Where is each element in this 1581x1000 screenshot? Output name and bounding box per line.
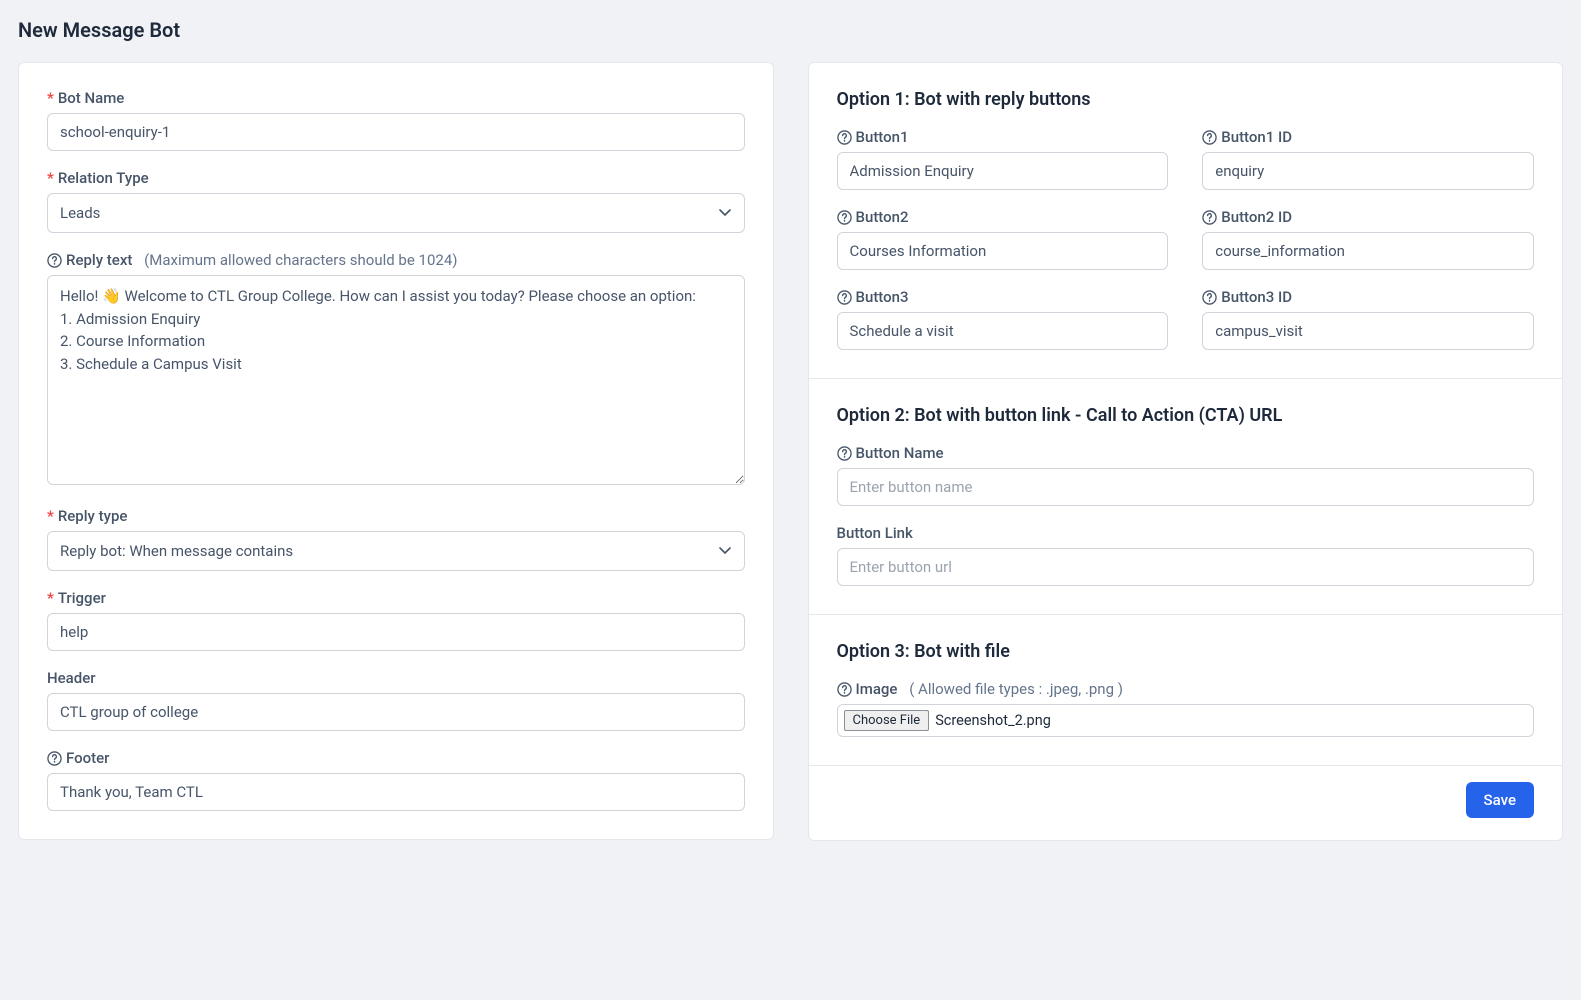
reply-text-label: Reply text xyxy=(66,251,132,269)
field-button-name: Button Name xyxy=(837,444,1535,506)
required-marker: * xyxy=(47,589,54,607)
trigger-input[interactable] xyxy=(47,613,745,651)
field-button2-id: Button2 ID xyxy=(1202,208,1534,270)
required-marker: * xyxy=(47,169,54,187)
button3-id-input[interactable] xyxy=(1202,312,1534,350)
chosen-file-name: Screenshot_2.png xyxy=(935,712,1051,729)
help-icon xyxy=(837,290,852,305)
field-image: Image ( Allowed file types : .jpeg, .png… xyxy=(837,680,1535,737)
button1-id-label: Button1 ID xyxy=(1221,128,1292,146)
help-icon xyxy=(837,682,852,697)
header-label: Header xyxy=(47,669,96,687)
save-row: Save xyxy=(809,766,1563,840)
button-name-input[interactable] xyxy=(837,468,1535,506)
bot-name-input[interactable] xyxy=(47,113,745,151)
field-relation-type: * Relation Type Leads xyxy=(47,169,745,233)
reply-type-value: Reply bot: When message contains xyxy=(60,542,293,560)
field-button1-id: Button1 ID xyxy=(1202,128,1534,190)
file-input-wrapper[interactable]: Choose File Screenshot_2.png xyxy=(837,704,1535,737)
button2-id-label: Button2 ID xyxy=(1221,208,1292,226)
chevron-down-icon xyxy=(718,206,732,220)
help-icon xyxy=(1202,210,1217,225)
reply-type-label: Reply type xyxy=(58,507,128,525)
relation-type-label: Relation Type xyxy=(58,169,149,187)
header-input[interactable] xyxy=(47,693,745,731)
field-reply-text: Reply text (Maximum allowed characters s… xyxy=(47,251,745,489)
button-link-label: Button Link xyxy=(837,524,913,542)
relation-type-value: Leads xyxy=(60,204,100,222)
field-button3-id: Button3 ID xyxy=(1202,288,1534,350)
choose-file-button[interactable]: Choose File xyxy=(844,710,930,731)
required-marker: * xyxy=(47,89,54,107)
button3-id-label: Button3 ID xyxy=(1221,288,1292,306)
button2-id-input[interactable] xyxy=(1202,232,1534,270)
button3-input[interactable] xyxy=(837,312,1169,350)
button2-label: Button2 xyxy=(856,208,909,226)
field-button-link: Button Link xyxy=(837,524,1535,586)
chevron-down-icon xyxy=(718,544,732,558)
help-icon xyxy=(837,130,852,145)
help-icon xyxy=(47,253,62,268)
button1-label: Button1 xyxy=(856,128,909,146)
bot-form-card: * Bot Name * Relation Type Leads xyxy=(18,62,774,840)
required-marker: * xyxy=(47,507,54,525)
option-2-title: Option 2: Bot with button link - Call to… xyxy=(837,405,1535,426)
option-3-section: Option 3: Bot with file Image ( Allowed … xyxy=(809,615,1563,766)
image-label: Image xyxy=(856,680,898,698)
footer-label: Footer xyxy=(66,749,109,767)
button2-input[interactable] xyxy=(837,232,1169,270)
option-1-title: Option 1: Bot with reply buttons xyxy=(837,89,1535,110)
bot-name-label: Bot Name xyxy=(58,89,125,107)
help-icon xyxy=(1202,130,1217,145)
field-button2: Button2 xyxy=(837,208,1169,270)
option-3-title: Option 3: Bot with file xyxy=(837,641,1535,662)
field-button1: Button1 xyxy=(837,128,1169,190)
button1-input[interactable] xyxy=(837,152,1169,190)
help-icon xyxy=(1202,290,1217,305)
footer-input[interactable] xyxy=(47,773,745,811)
field-reply-type: * Reply type Reply bot: When message con… xyxy=(47,507,745,571)
options-card: Option 1: Bot with reply buttons Button1… xyxy=(808,62,1564,841)
trigger-label: Trigger xyxy=(58,589,106,607)
reply-type-select[interactable]: Reply bot: When message contains xyxy=(47,531,745,571)
field-trigger: * Trigger xyxy=(47,589,745,651)
field-button3: Button3 xyxy=(837,288,1169,350)
button-link-input[interactable] xyxy=(837,548,1535,586)
relation-type-select[interactable]: Leads xyxy=(47,193,745,233)
reply-text-hint: (Maximum allowed characters should be 10… xyxy=(144,251,457,269)
button3-label: Button3 xyxy=(856,288,909,306)
option-1-section: Option 1: Bot with reply buttons Button1… xyxy=(809,63,1563,379)
page-title: New Message Bot xyxy=(18,18,1563,42)
button1-id-input[interactable] xyxy=(1202,152,1534,190)
help-icon xyxy=(837,446,852,461)
reply-text-textarea[interactable]: Hello! 👋 Welcome to CTL Group College. H… xyxy=(47,275,745,485)
field-bot-name: * Bot Name xyxy=(47,89,745,151)
save-button[interactable]: Save xyxy=(1466,782,1534,818)
option-2-section: Option 2: Bot with button link - Call to… xyxy=(809,379,1563,615)
help-icon xyxy=(47,751,62,766)
button-name-label: Button Name xyxy=(856,444,944,462)
field-footer: Footer xyxy=(47,749,745,811)
field-header: Header xyxy=(47,669,745,731)
help-icon xyxy=(837,210,852,225)
image-hint: ( Allowed file types : .jpeg, .png ) xyxy=(909,680,1123,698)
